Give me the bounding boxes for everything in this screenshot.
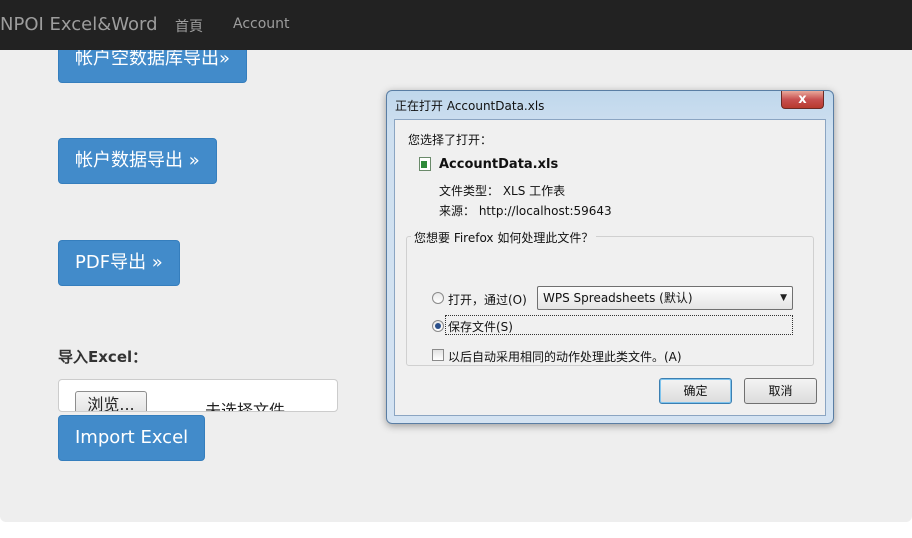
browse-button[interactable]: 浏览... xyxy=(75,391,147,411)
brand-link[interactable]: NPOI Excel&Word xyxy=(0,14,158,35)
chosen-label: 您选择了打开： xyxy=(408,133,493,147)
dialog-body: 您选择了打开： AccountData.xls 文件类型： XLS 工作表 来源… xyxy=(394,119,826,416)
file-type: 文件类型： XLS 工作表 xyxy=(439,184,566,198)
file-source: 来源： http://localhost:59643 xyxy=(439,204,612,218)
cancel-button[interactable]: 取消 xyxy=(744,378,817,404)
action-question: 您想要 Firefox 如何处理此文件？ xyxy=(411,229,597,246)
import-excel-label: 导入Excel： xyxy=(58,348,148,366)
navbar: NPOI Excel&Word 首頁 Account xyxy=(0,0,912,50)
import-excel-button[interactable]: Import Excel xyxy=(58,415,206,461)
open-with-app-value: WPS Spreadsheets (默认) xyxy=(543,291,693,305)
auto-action-label[interactable]: 以后自动采用相同的动作处理此类文件。(A) xyxy=(448,348,682,365)
dialog-title: 正在打开 AccountData.xls xyxy=(395,99,545,113)
file-name: AccountData.xls xyxy=(439,157,559,172)
chevron-down-icon: ▼ xyxy=(780,293,787,303)
xls-file-icon xyxy=(419,157,431,171)
pdf-export-button[interactable]: PDF导出 » xyxy=(58,240,180,286)
auto-action-checkbox[interactable] xyxy=(432,349,444,361)
open-with-app-select[interactable]: WPS Spreadsheets (默认) ▼ xyxy=(537,286,793,310)
save-file-label[interactable]: 保存文件(S) xyxy=(448,318,513,335)
open-with-label[interactable]: 打开，通过(O) xyxy=(448,291,527,308)
export-account-data-button[interactable]: 帐户数据导出 » xyxy=(58,138,217,184)
close-icon[interactable]: x xyxy=(781,91,824,109)
file-input[interactable]: 浏览... 未选择文件。 xyxy=(58,379,338,412)
nav-link-account[interactable]: Account xyxy=(233,16,290,32)
save-file-radio[interactable] xyxy=(432,320,444,332)
no-file-text: 未选择文件。 xyxy=(205,401,302,412)
open-file-dialog: 正在打开 AccountData.xls x 您选择了打开： AccountDa… xyxy=(386,90,834,424)
ok-button[interactable]: 确定 xyxy=(659,378,732,404)
nav-link-home[interactable]: 首頁 xyxy=(175,16,203,36)
open-with-radio[interactable] xyxy=(432,292,444,304)
